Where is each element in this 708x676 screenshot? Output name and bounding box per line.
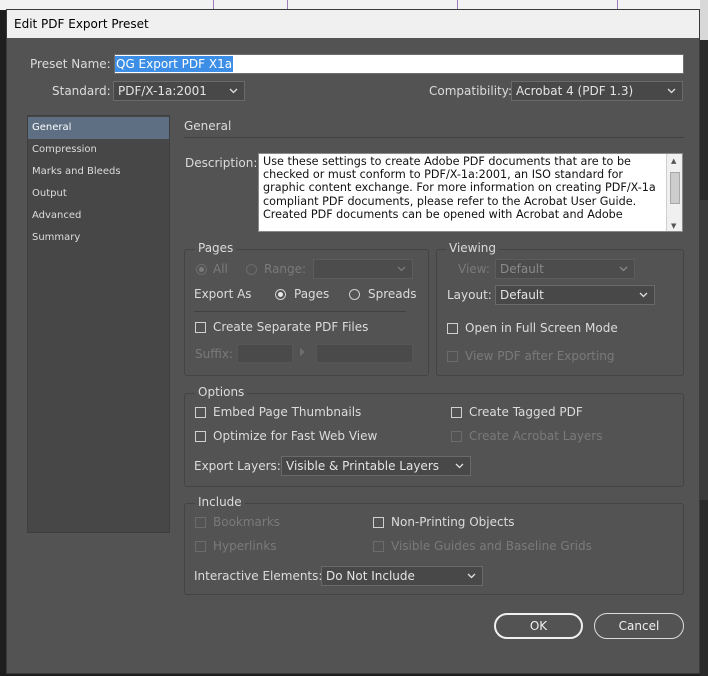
- sidebar-item-compression[interactable]: Compression: [28, 139, 169, 161]
- layout-value: Default: [500, 288, 544, 302]
- compatibility-label: Compatibility:: [429, 84, 513, 98]
- non-printing-checkbox[interactable]: [373, 517, 384, 528]
- sidebar-item-output[interactable]: Output: [28, 183, 169, 205]
- chevron-down-icon: [455, 463, 464, 469]
- preset-name-input[interactable]: QG Export PDF X1a: [114, 54, 684, 74]
- visible-guides-label: Visible Guides and Baseline Grids: [391, 539, 592, 553]
- export-spreads-label: Spreads: [368, 287, 417, 301]
- layout-dropdown[interactable]: Default: [495, 285, 655, 305]
- acrobat-layers-label: Create Acrobat Layers: [469, 429, 603, 443]
- full-screen-checkbox[interactable]: [447, 323, 458, 334]
- category-sidebar: General Compression Marks and Bleeds Out…: [27, 115, 170, 533]
- description-label: Description:: [185, 156, 258, 170]
- non-printing-label: Non-Printing Objects: [391, 515, 515, 529]
- full-screen-label: Open in Full Screen Mode: [465, 321, 618, 335]
- export-as-label: Export As: [194, 287, 252, 301]
- export-pages-label: Pages: [294, 287, 330, 301]
- standard-label: Standard:: [52, 84, 111, 98]
- pages-range-field[interactable]: [313, 259, 413, 279]
- optimize-web-checkbox[interactable]: [195, 431, 206, 442]
- standard-dropdown[interactable]: PDF/X-1a:2001: [113, 81, 245, 101]
- tagged-pdf-checkbox[interactable]: [451, 407, 462, 418]
- pages-all-radio[interactable]: [196, 264, 207, 275]
- visible-guides-checkbox[interactable]: [373, 541, 384, 552]
- compatibility-dropdown[interactable]: Acrobat 4 (PDF 1.3): [511, 81, 683, 101]
- embed-thumbnails-label: Embed Page Thumbnails: [213, 405, 362, 419]
- export-spreads-radio[interactable]: [349, 289, 360, 300]
- chevron-right-icon: [300, 348, 305, 356]
- suffix-token-field[interactable]: [316, 344, 413, 363]
- view-dropdown[interactable]: Default: [495, 259, 635, 279]
- sidebar-item-advanced[interactable]: Advanced: [28, 205, 169, 227]
- panel-title: General: [184, 119, 232, 133]
- scroll-thumb[interactable]: [670, 172, 680, 204]
- pages-range-radio[interactable]: [246, 264, 257, 275]
- description-text: Use these settings to create Adobe PDF d…: [263, 155, 656, 221]
- scroll-up-icon[interactable]: ▲: [671, 155, 676, 168]
- interactive-elements-value: Do Not Include: [326, 569, 415, 583]
- hyperlinks-label: Hyperlinks: [213, 539, 277, 553]
- embed-thumbnails-checkbox[interactable]: [195, 407, 206, 418]
- ok-button[interactable]: OK: [494, 613, 583, 639]
- scroll-down-icon[interactable]: ▼: [671, 220, 676, 231]
- pages-group-title: Pages: [195, 241, 237, 255]
- interactive-elements-label: Interactive Elements:: [194, 569, 323, 583]
- bookmarks-label: Bookmarks: [213, 515, 281, 529]
- suffix-input[interactable]: [237, 344, 293, 363]
- chevron-down-icon: [397, 266, 406, 272]
- separate-pdf-label: Create Separate PDF Files: [213, 320, 369, 334]
- view-after-export-label: View PDF after Exporting: [465, 349, 615, 363]
- pages-range-label: Range:: [264, 262, 307, 276]
- sidebar-item-general[interactable]: General: [28, 117, 169, 139]
- chevron-down-icon: [619, 266, 628, 272]
- cancel-button[interactable]: Cancel: [594, 613, 684, 639]
- sidebar-item-summary[interactable]: Summary: [28, 227, 169, 249]
- hyperlinks-checkbox[interactable]: [195, 541, 206, 552]
- description-scrollbar[interactable]: ▲ ▼: [666, 154, 682, 231]
- divider: [194, 311, 406, 312]
- divider: [184, 137, 684, 138]
- separate-pdf-checkbox[interactable]: [195, 322, 206, 333]
- export-pages-radio[interactable]: [275, 289, 286, 300]
- export-layers-label: Export Layers:: [194, 459, 281, 473]
- edit-pdf-export-preset-dialog: Edit PDF Export Preset Preset Name: QG E…: [6, 9, 700, 674]
- viewing-group-title: Viewing: [446, 241, 500, 255]
- chevron-down-icon: [229, 88, 238, 94]
- interactive-elements-dropdown[interactable]: Do Not Include: [321, 566, 483, 586]
- tagged-pdf-label: Create Tagged PDF: [469, 405, 583, 419]
- options-group-title: Options: [195, 385, 248, 399]
- preset-name-label: Preset Name:: [30, 57, 111, 71]
- standard-value: PDF/X-1a:2001: [118, 84, 207, 98]
- dialog-title: Edit PDF Export Preset: [7, 10, 699, 38]
- suffix-label: Suffix:: [195, 347, 233, 361]
- view-label: View:: [458, 262, 490, 276]
- bookmarks-checkbox[interactable]: [195, 517, 206, 528]
- view-after-export-checkbox[interactable]: [447, 351, 458, 362]
- sidebar-item-marks-and-bleeds[interactable]: Marks and Bleeds: [28, 161, 169, 183]
- include-group-title: Include: [195, 495, 245, 509]
- view-value: Default: [500, 262, 544, 276]
- preset-name-value: QG Export PDF X1a: [115, 56, 234, 72]
- layout-label: Layout:: [447, 288, 492, 302]
- export-layers-dropdown[interactable]: Visible & Printable Layers: [281, 456, 471, 476]
- export-layers-value: Visible & Printable Layers: [286, 459, 439, 473]
- chevron-down-icon: [467, 573, 476, 579]
- acrobat-layers-checkbox[interactable]: [451, 431, 462, 442]
- compatibility-value: Acrobat 4 (PDF 1.3): [516, 84, 634, 98]
- optimize-web-label: Optimize for Fast Web View: [213, 429, 378, 443]
- description-textarea[interactable]: Use these settings to create Adobe PDF d…: [258, 153, 683, 232]
- background-app-edge: [700, 0, 708, 676]
- chevron-down-icon: [667, 88, 676, 94]
- chevron-down-icon: [639, 292, 648, 298]
- pages-all-label: All: [213, 262, 228, 276]
